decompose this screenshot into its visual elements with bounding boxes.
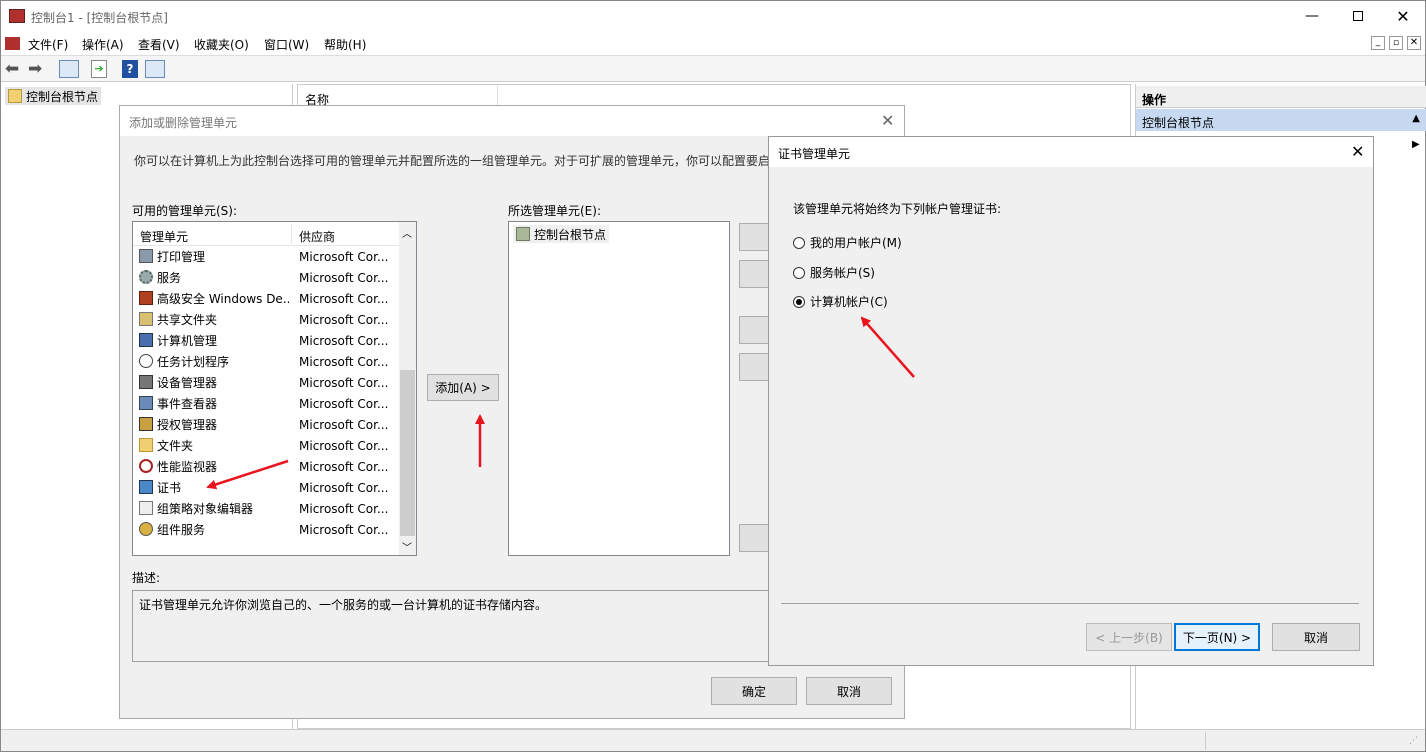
arrow-to-computer-account [860,316,915,378]
arrow-to-certificates [206,459,289,490]
annotation-arrows [206,316,915,490]
